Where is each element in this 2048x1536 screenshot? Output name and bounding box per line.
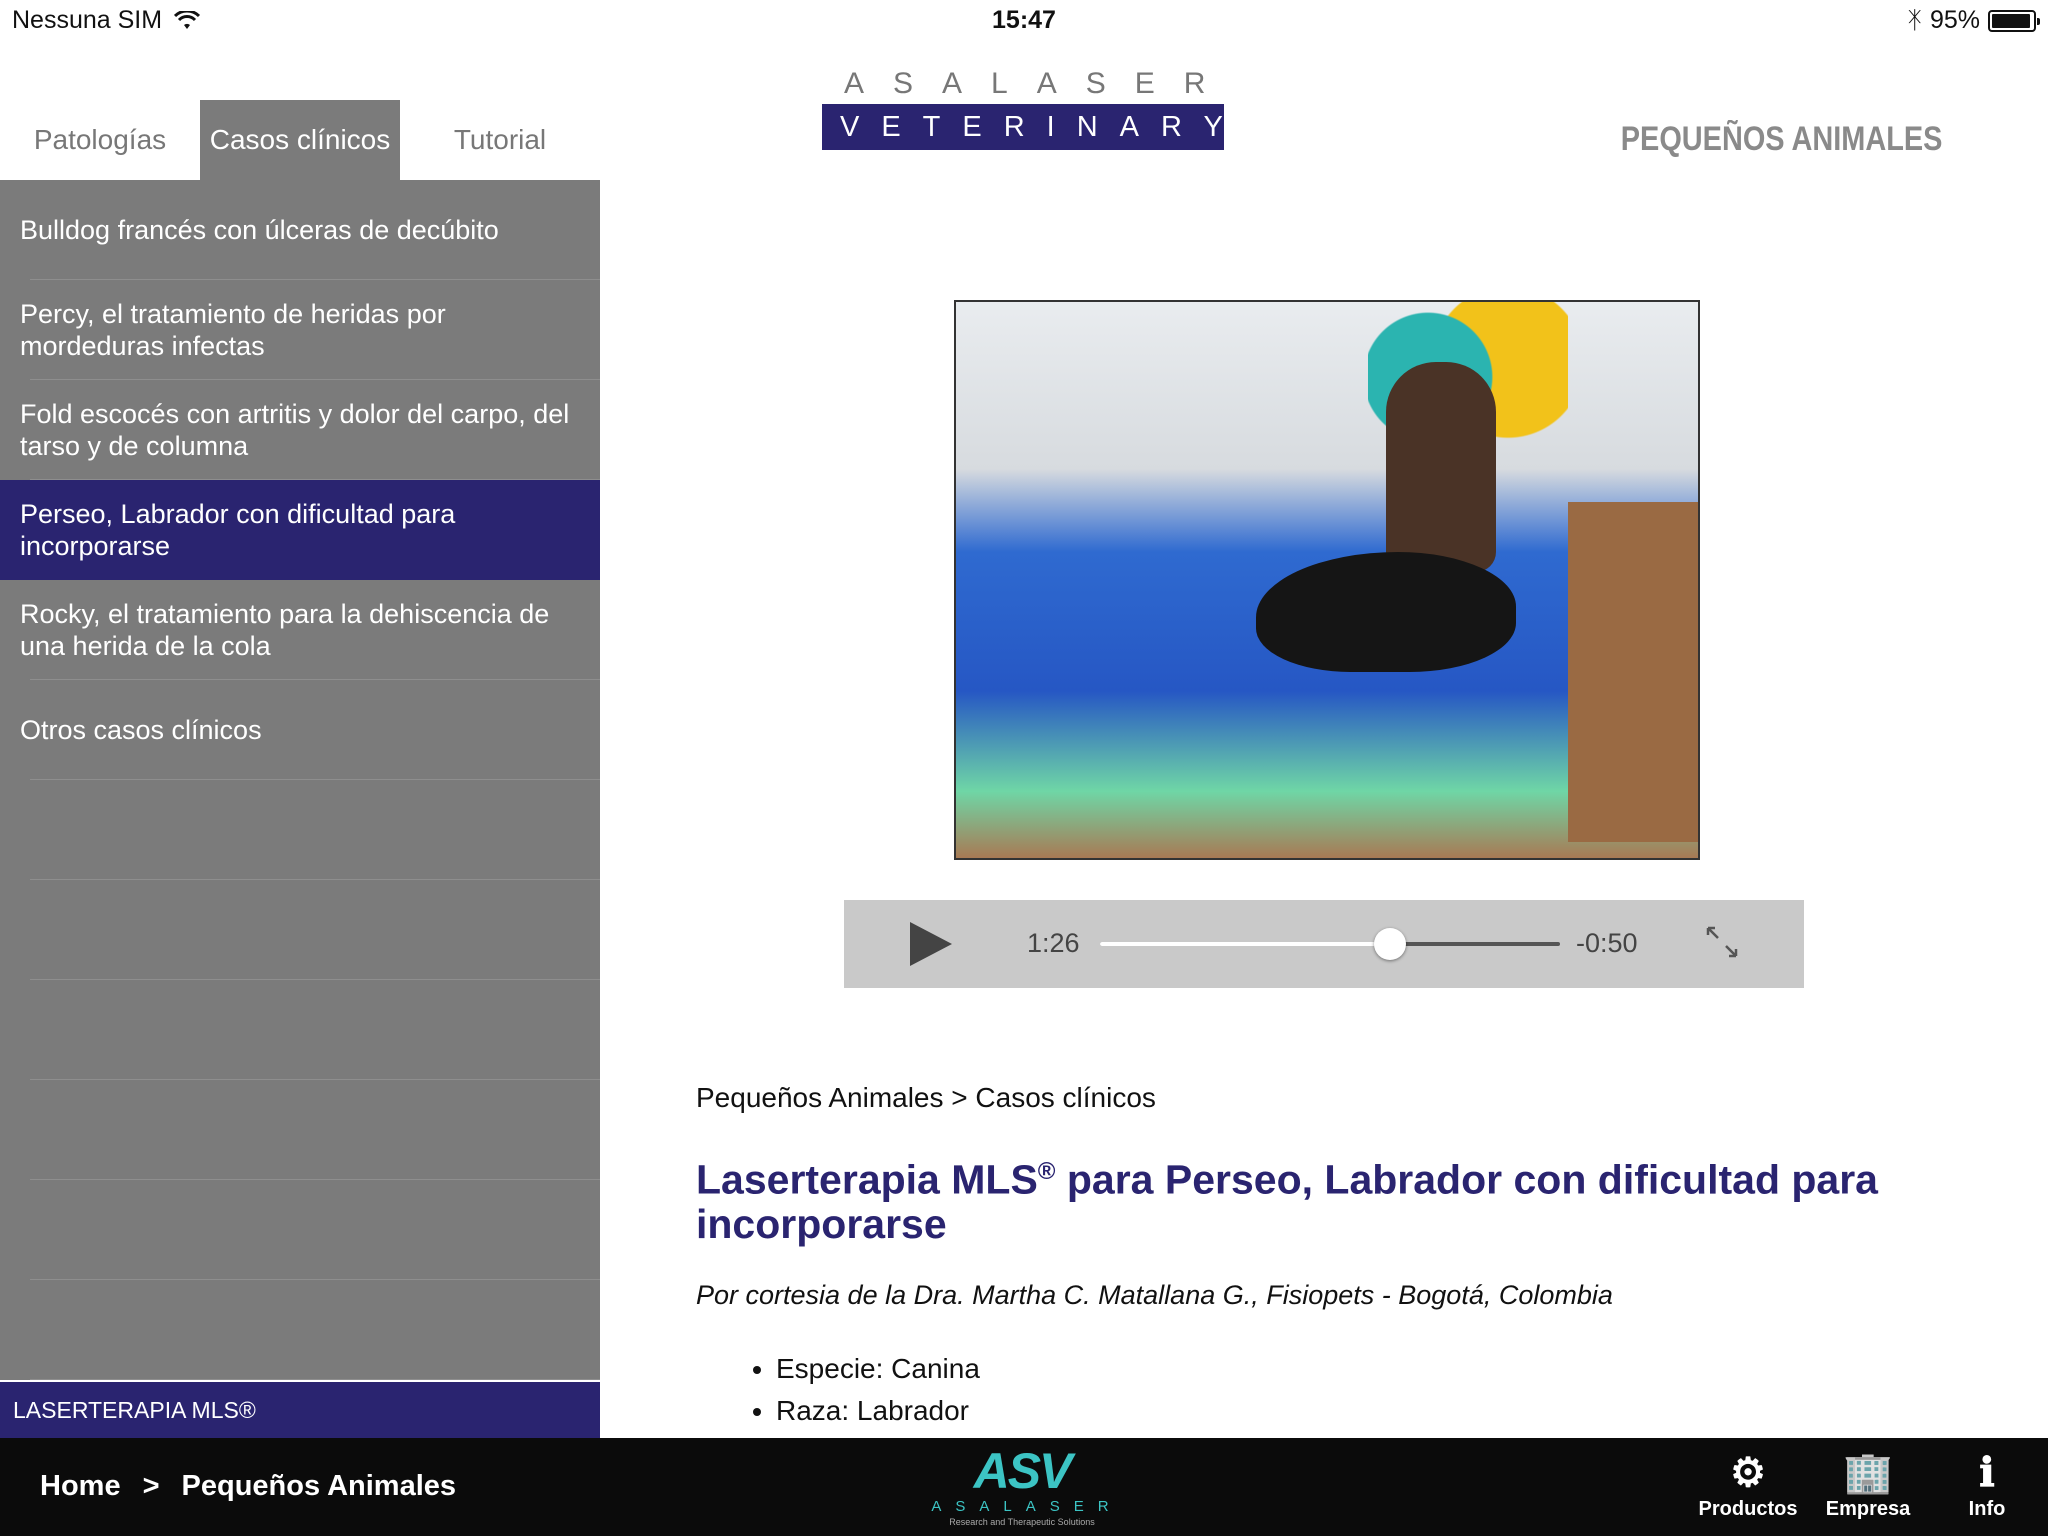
article-title: Laserterapia MLS® para Perseo, Labrador … — [696, 1150, 1986, 1246]
status-right: ᛡ 95% — [1907, 6, 2040, 35]
sidebar-item-fold[interactable]: Fold escocés con artritis y dolor del ca… — [0, 380, 600, 480]
registered-mark: ® — [1037, 1158, 1056, 1185]
play-icon[interactable] — [910, 922, 952, 966]
battery-percent: 95% — [1929, 6, 1980, 34]
sidebar-empty-row — [0, 1080, 600, 1180]
crumb-home[interactable]: Home — [40, 1470, 121, 1503]
logo-top-text: ASALASER — [844, 67, 1235, 100]
section-tabs: Patologías Casos clínicos Tutorial — [0, 100, 600, 180]
building-icon: 🏢 — [1843, 1451, 1893, 1495]
productos-button[interactable]: ⚙ Productos — [1696, 1448, 1800, 1521]
time-elapsed: 1:26 — [1027, 928, 1080, 958]
clock: 15:47 — [992, 6, 1056, 34]
sidebar-empty-row — [0, 780, 600, 880]
fullscreen-icon[interactable] — [1704, 924, 1740, 960]
content-breadcrumb: Pequeños Animales > Casos clínicos — [696, 1082, 1156, 1113]
info-icon: ℹ — [1979, 1451, 1995, 1495]
tab-tutorial[interactable]: Tutorial — [400, 100, 600, 180]
list-item: Especie: Canina — [776, 1348, 980, 1390]
bottom-bar: Home > Pequeños Animales ASV ASALASER Re… — [0, 1438, 2048, 1536]
video-scrubber[interactable] — [1100, 928, 1560, 960]
article-title-part1: Laserterapia MLS — [696, 1156, 1038, 1203]
sidebar-item-otros[interactable]: Otros casos clínicos — [0, 680, 600, 780]
tab-casos-clinicos[interactable]: Casos clínicos — [200, 100, 400, 180]
scrubber-knob[interactable] — [1373, 928, 1406, 960]
list-item: Raza: Labrador — [776, 1390, 980, 1432]
bluetooth-icon: ᛡ — [1907, 6, 1922, 34]
video-scene-desk — [1568, 502, 1698, 842]
section-title: PEQUEÑOS ANIMALES — [1620, 120, 1942, 158]
video-player: 1:26 -0:50 — [844, 260, 1804, 988]
sidebar: Bulldog francés con úlceras de decúbito … — [0, 180, 600, 1380]
article-details-list: Especie: Canina Raza: Labrador — [776, 1348, 980, 1432]
time-remaining: -0:50 — [1576, 928, 1638, 958]
tab-patologias[interactable]: Patologías — [0, 100, 200, 180]
logo-bottom-text: VETERINARY — [822, 104, 1224, 150]
sidebar-empty-row — [0, 880, 600, 980]
info-label: Info — [1968, 1498, 2006, 1520]
video-controls: 1:26 -0:50 — [844, 900, 1804, 988]
asalaser-veterinary-logo: ASALASER VETERINARY — [822, 66, 1224, 150]
sidebar-empty-row — [0, 1180, 600, 1280]
video-scene-person — [1386, 362, 1496, 572]
battery-level — [1992, 13, 2030, 28]
sidebar-empty-row — [0, 1280, 600, 1380]
bottom-breadcrumb: Home > Pequeños Animales — [40, 1470, 456, 1503]
sidebar-item-perseo[interactable]: Perseo, Labrador con dificultad para inc… — [0, 480, 600, 580]
scrubber-progress — [1100, 942, 1390, 946]
battery-icon — [1988, 9, 2040, 32]
sidebar-item-bulldog[interactable]: Bulldog francés con úlceras de decúbito — [0, 180, 600, 280]
empresa-label: Empresa — [1825, 1498, 1911, 1520]
sidebar-item-rocky[interactable]: Rocky, el tratamiento para la dehiscenci… — [0, 580, 600, 680]
video-frame[interactable] — [954, 300, 1700, 860]
productos-label: Productos — [1698, 1498, 1798, 1520]
empresa-button[interactable]: 🏢 Empresa — [1822, 1448, 1914, 1521]
footer-logo-word: ASALASER — [931, 1498, 1123, 1515]
status-bar: Nessuna SIM 15:47 ᛡ 95% — [0, 0, 2048, 42]
info-button[interactable]: ℹ Info — [1962, 1448, 2012, 1521]
footer-logo-mark: ASV — [973, 1443, 1073, 1499]
footer-logo-tagline: Research and Therapeutic Solutions — [949, 1517, 1095, 1527]
gears-icon: ⚙ — [1730, 1451, 1766, 1495]
article-credit: Por cortesia de la Dra. Martha C. Matall… — [696, 1280, 1613, 1310]
app-root: { "status": { "carrier": "Nessuna SIM", … — [0, 0, 2048, 1536]
sidebar-footer[interactable]: LASERTERAPIA MLS® — [0, 1382, 600, 1438]
crumb-current[interactable]: Pequeños Animales — [182, 1470, 457, 1503]
asalaser-footer-logo: ASV ASALASER Research and Therapeutic So… — [912, 1444, 1132, 1532]
sidebar-empty-row — [0, 980, 600, 1080]
crumb-separator: > — [142, 1470, 160, 1502]
video-scene-dog — [1256, 552, 1516, 672]
sidebar-item-percy[interactable]: Percy, el tratamiento de heridas por mor… — [0, 280, 600, 380]
